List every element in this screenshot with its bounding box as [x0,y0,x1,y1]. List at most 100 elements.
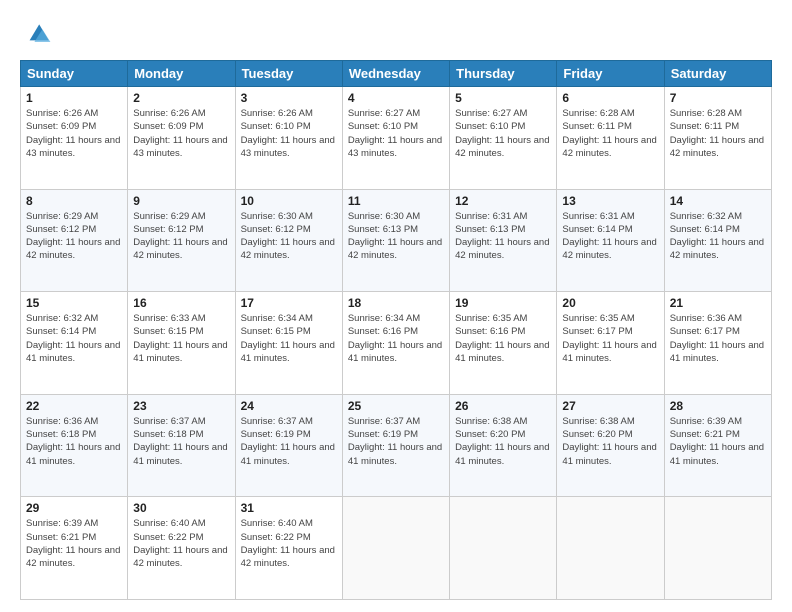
day-header-thursday: Thursday [450,61,557,87]
day-info: Sunrise: 6:29 AMSunset: 6:12 PMDaylight:… [26,210,122,263]
week-row-3: 15Sunrise: 6:32 AMSunset: 6:14 PMDayligh… [21,292,772,395]
logo [20,18,56,50]
calendar-cell: 14 Sunrise: 6:32 AMSunset: 6:14 PMDayligh… [664,189,771,292]
day-number: 12 [455,194,551,208]
day-number: 2 [133,91,229,105]
calendar-cell: 7 Sunrise: 6:28 AMSunset: 6:11 PMDaylight… [664,87,771,190]
calendar-cell: 30 Sunrise: 6:40 AMSunset: 6:22 PMDayligh… [128,497,235,600]
calendar-cell: 1 Sunrise: 6:26 AMSunset: 6:09 PMDaylight… [21,87,128,190]
day-number: 11 [348,194,444,208]
calendar-cell: 11Sunrise: 6:30 AMSunset: 6:13 PMDayligh… [342,189,449,292]
week-row-5: 29 Sunrise: 6:39 AMSunset: 6:21 PMDayligh… [21,497,772,600]
day-info: Sunrise: 6:37 AMSunset: 6:18 PMDaylight:… [133,415,229,468]
day-number: 31 [241,501,337,515]
calendar-cell: 20 Sunrise: 6:35 AMSunset: 6:17 PMDayligh… [557,292,664,395]
day-number: 16 [133,296,229,310]
day-info: Sunrise: 6:36 AMSunset: 6:17 PMDaylight:… [670,312,766,365]
day-number: 4 [348,91,444,105]
day-header-tuesday: Tuesday [235,61,342,87]
day-info: Sunrise: 6:30 AMSunset: 6:12 PMDaylight:… [241,210,337,263]
day-info: Sunrise: 6:35 AMSunset: 6:17 PMDaylight:… [562,312,658,365]
calendar-cell: 21 Sunrise: 6:36 AMSunset: 6:17 PMDayligh… [664,292,771,395]
day-info: Sunrise: 6:40 AMSunset: 6:22 PMDaylight:… [133,517,229,570]
day-number: 17 [241,296,337,310]
day-info: Sunrise: 6:26 AMSunset: 6:09 PMDaylight:… [26,107,122,160]
calendar-cell: 6 Sunrise: 6:28 AMSunset: 6:11 PMDaylight… [557,87,664,190]
day-number: 8 [26,194,122,208]
calendar-cell: 9 Sunrise: 6:29 AMSunset: 6:12 PMDaylight… [128,189,235,292]
calendar-cell: 29 Sunrise: 6:39 AMSunset: 6:21 PMDayligh… [21,497,128,600]
day-info: Sunrise: 6:27 AMSunset: 6:10 PMDaylight:… [348,107,444,160]
day-info: Sunrise: 6:32 AMSunset: 6:14 PMDaylight:… [670,210,766,263]
calendar-cell [342,497,449,600]
header [20,18,772,50]
day-info: Sunrise: 6:29 AMSunset: 6:12 PMDaylight:… [133,210,229,263]
calendar-header-row: SundayMondayTuesdayWednesdayThursdayFrid… [21,61,772,87]
calendar-cell: 23 Sunrise: 6:37 AMSunset: 6:18 PMDayligh… [128,394,235,497]
day-number: 10 [241,194,337,208]
calendar-cell: 16 Sunrise: 6:33 AMSunset: 6:15 PMDayligh… [128,292,235,395]
calendar-cell [557,497,664,600]
day-info: Sunrise: 6:27 AMSunset: 6:10 PMDaylight:… [455,107,551,160]
day-number: 5 [455,91,551,105]
day-info: Sunrise: 6:36 AMSunset: 6:18 PMDaylight:… [26,415,122,468]
page: SundayMondayTuesdayWednesdayThursdayFrid… [0,0,792,612]
calendar-cell: 4 Sunrise: 6:27 AMSunset: 6:10 PMDaylight… [342,87,449,190]
day-info: Sunrise: 6:40 AMSunset: 6:22 PMDaylight:… [241,517,337,570]
day-header-friday: Friday [557,61,664,87]
day-info: Sunrise: 6:32 AMSunset: 6:14 PMDaylight:… [26,312,122,365]
day-info: Sunrise: 6:35 AMSunset: 6:16 PMDaylight:… [455,312,551,365]
day-header-saturday: Saturday [664,61,771,87]
day-number: 21 [670,296,766,310]
calendar-cell: 25 Sunrise: 6:37 AMSunset: 6:19 PMDayligh… [342,394,449,497]
calendar-cell: 19Sunrise: 6:35 AMSunset: 6:16 PMDayligh… [450,292,557,395]
calendar-cell: 13Sunrise: 6:31 AMSunset: 6:14 PMDayligh… [557,189,664,292]
calendar-cell [450,497,557,600]
calendar-cell: 8 Sunrise: 6:29 AMSunset: 6:12 PMDaylight… [21,189,128,292]
day-number: 9 [133,194,229,208]
calendar-cell: 24Sunrise: 6:37 AMSunset: 6:19 PMDayligh… [235,394,342,497]
calendar-table: SundayMondayTuesdayWednesdayThursdayFrid… [20,60,772,600]
day-number: 6 [562,91,658,105]
day-info: Sunrise: 6:39 AMSunset: 6:21 PMDaylight:… [26,517,122,570]
calendar-cell: 26Sunrise: 6:38 AMSunset: 6:20 PMDayligh… [450,394,557,497]
calendar-cell: 10 Sunrise: 6:30 AMSunset: 6:12 PMDayligh… [235,189,342,292]
day-header-wednesday: Wednesday [342,61,449,87]
day-number: 20 [562,296,658,310]
calendar-cell: 2 Sunrise: 6:26 AMSunset: 6:09 PMDaylight… [128,87,235,190]
day-number: 27 [562,399,658,413]
calendar-cell: 3 Sunrise: 6:26 AMSunset: 6:10 PMDaylight… [235,87,342,190]
day-number: 13 [562,194,658,208]
day-info: Sunrise: 6:38 AMSunset: 6:20 PMDaylight:… [562,415,658,468]
week-row-4: 22 Sunrise: 6:36 AMSunset: 6:18 PMDayligh… [21,394,772,497]
day-info: Sunrise: 6:34 AMSunset: 6:16 PMDaylight:… [348,312,444,365]
calendar-cell: 12 Sunrise: 6:31 AMSunset: 6:13 PMDayligh… [450,189,557,292]
day-number: 7 [670,91,766,105]
day-number: 29 [26,501,122,515]
week-row-1: 1 Sunrise: 6:26 AMSunset: 6:09 PMDaylight… [21,87,772,190]
day-info: Sunrise: 6:37 AMSunset: 6:19 PMDaylight:… [348,415,444,468]
day-header-sunday: Sunday [21,61,128,87]
calendar-cell: 18Sunrise: 6:34 AMSunset: 6:16 PMDayligh… [342,292,449,395]
day-info: Sunrise: 6:26 AMSunset: 6:10 PMDaylight:… [241,107,337,160]
day-info: Sunrise: 6:34 AMSunset: 6:15 PMDaylight:… [241,312,337,365]
calendar-cell: 17 Sunrise: 6:34 AMSunset: 6:15 PMDayligh… [235,292,342,395]
calendar-cell: 27 Sunrise: 6:38 AMSunset: 6:20 PMDayligh… [557,394,664,497]
day-number: 14 [670,194,766,208]
day-number: 25 [348,399,444,413]
day-number: 28 [670,399,766,413]
day-info: Sunrise: 6:28 AMSunset: 6:11 PMDaylight:… [562,107,658,160]
day-number: 22 [26,399,122,413]
day-info: Sunrise: 6:31 AMSunset: 6:13 PMDaylight:… [455,210,551,263]
day-number: 23 [133,399,229,413]
day-info: Sunrise: 6:26 AMSunset: 6:09 PMDaylight:… [133,107,229,160]
week-row-2: 8 Sunrise: 6:29 AMSunset: 6:12 PMDaylight… [21,189,772,292]
day-info: Sunrise: 6:28 AMSunset: 6:11 PMDaylight:… [670,107,766,160]
day-number: 3 [241,91,337,105]
calendar-cell: 5 Sunrise: 6:27 AMSunset: 6:10 PMDaylight… [450,87,557,190]
day-number: 1 [26,91,122,105]
day-info: Sunrise: 6:37 AMSunset: 6:19 PMDaylight:… [241,415,337,468]
day-info: Sunrise: 6:33 AMSunset: 6:15 PMDaylight:… [133,312,229,365]
day-number: 26 [455,399,551,413]
day-number: 30 [133,501,229,515]
